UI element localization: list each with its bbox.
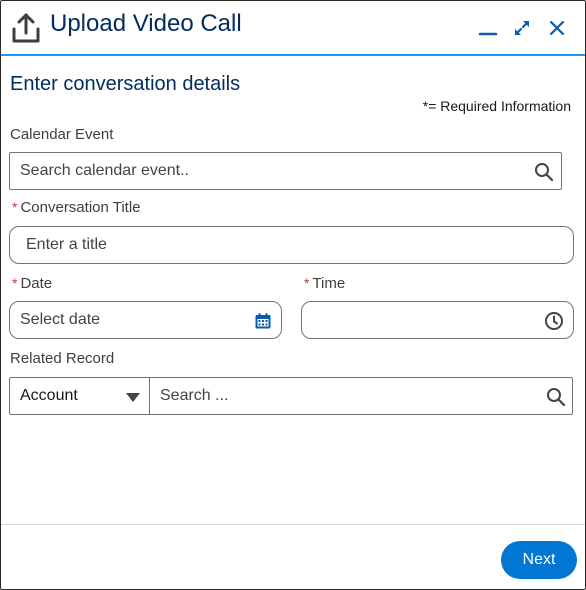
related-record-search-input[interactable]: [150, 378, 572, 414]
related-object-value: Account: [20, 387, 78, 404]
upload-icon: [11, 12, 41, 44]
upload-video-call-dialog: Upload Video Call Enter conversation det…: [0, 0, 586, 590]
dialog-header: Upload Video Call: [1, 1, 585, 56]
required-info-text: = Required Information: [428, 98, 571, 114]
calendar-event-input[interactable]: [10, 153, 561, 189]
calendar-event-field: [9, 152, 562, 190]
expand-button[interactable]: [511, 17, 533, 39]
calendar-event-label: Calendar Event: [10, 126, 114, 143]
minimize-button[interactable]: [477, 17, 499, 39]
date-field: [9, 301, 282, 339]
search-icon[interactable]: [534, 162, 554, 182]
date-input[interactable]: [10, 302, 281, 338]
conversation-title-label-text: Conversation Title: [20, 199, 141, 216]
minimize-icon: [478, 32, 498, 36]
conversation-title-label: * Conversation Title: [12, 199, 141, 216]
time-field: [301, 301, 574, 339]
expand-icon: [514, 20, 530, 36]
related-record-label: Related Record: [10, 350, 115, 367]
required-asterisk: *: [304, 275, 310, 291]
time-input[interactable]: [302, 302, 573, 338]
related-record-field: [149, 377, 573, 415]
required-asterisk: *: [12, 275, 18, 291]
required-info-legend: *= Required Information: [423, 98, 571, 114]
conversation-title-input[interactable]: [10, 227, 573, 263]
time-label-text: Time: [312, 275, 346, 292]
footer-divider: [1, 524, 585, 525]
section-title: Enter conversation details: [10, 73, 241, 95]
close-icon: [549, 20, 565, 36]
time-label: * Time: [304, 275, 345, 292]
date-label-text: Date: [20, 275, 53, 292]
search-icon[interactable]: [546, 387, 566, 407]
required-asterisk: *: [12, 199, 18, 215]
close-button[interactable]: [546, 17, 568, 39]
related-object-select[interactable]: Account: [9, 377, 150, 415]
conversation-title-field: [9, 226, 574, 264]
date-label: * Date: [12, 275, 52, 292]
clock-icon[interactable]: [544, 311, 564, 331]
dropdown-arrow-icon: [125, 391, 141, 403]
calendar-icon[interactable]: [254, 312, 272, 330]
next-button[interactable]: Next: [501, 541, 577, 579]
dialog-title: Upload Video Call: [50, 10, 242, 37]
